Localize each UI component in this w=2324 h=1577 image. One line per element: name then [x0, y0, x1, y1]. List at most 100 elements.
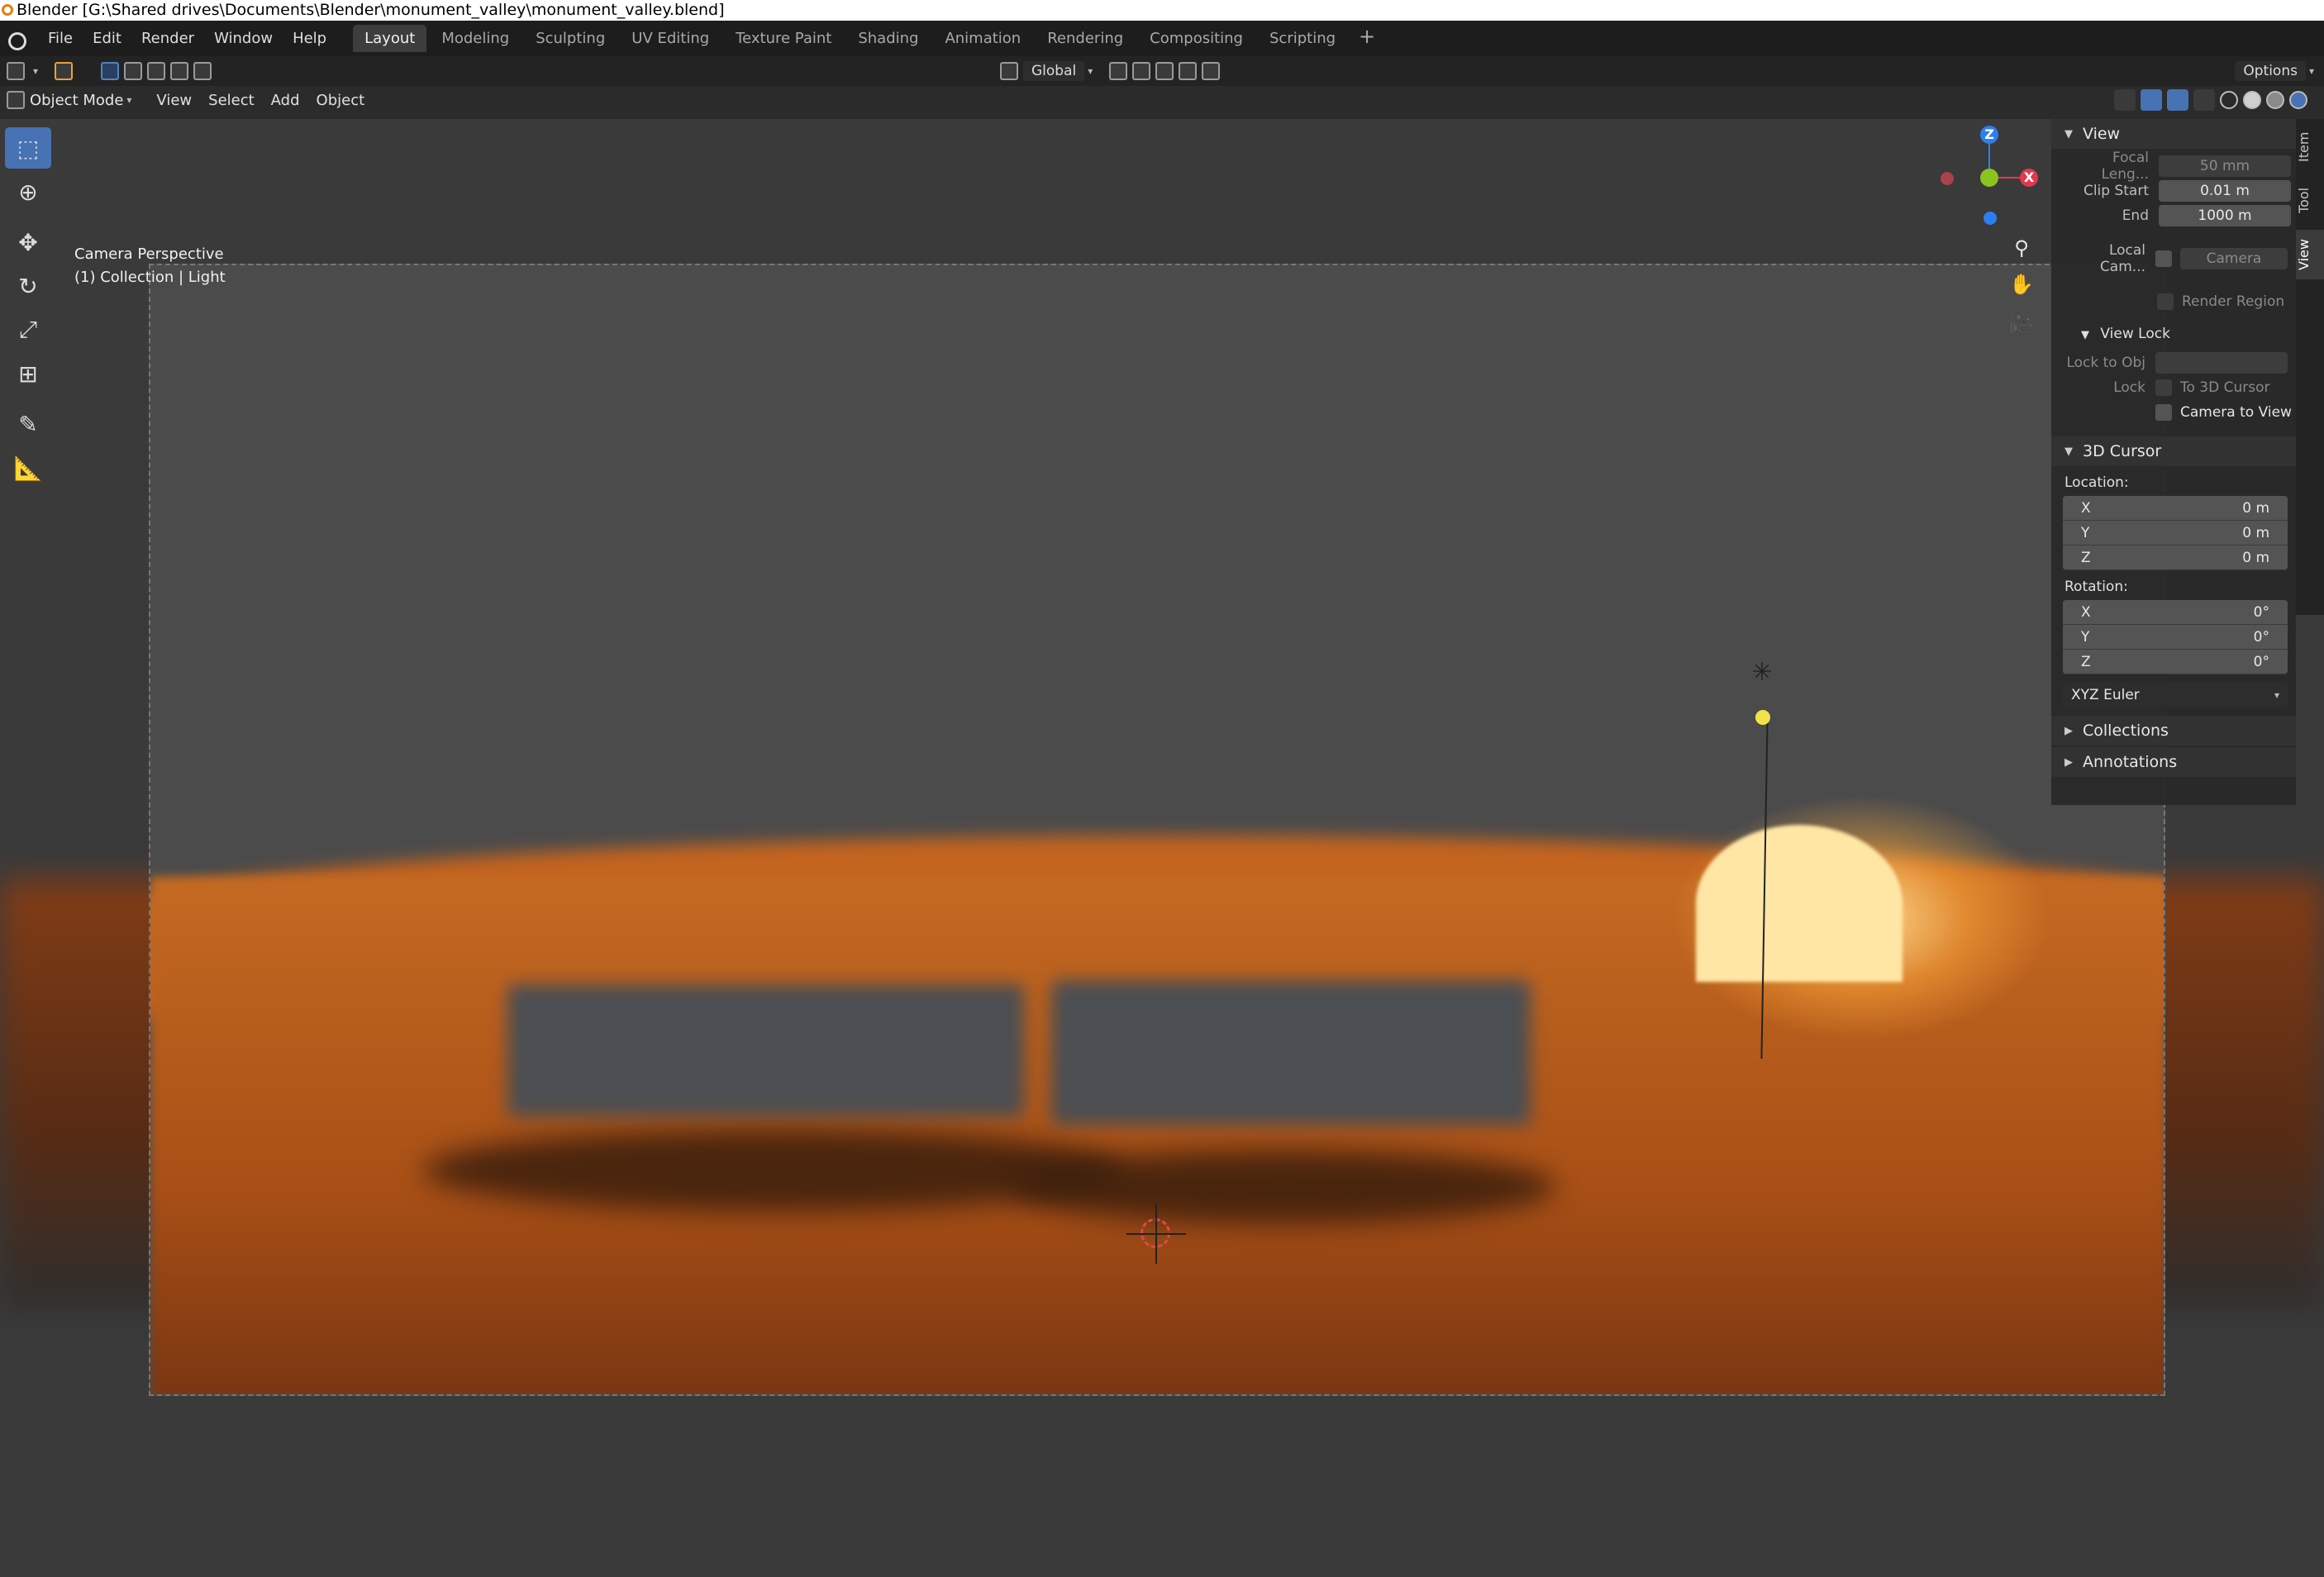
tab-animation[interactable]: Animation	[933, 25, 1032, 52]
object-mode-icon[interactable]	[7, 91, 25, 109]
rotate-tool-icon[interactable]: ↻	[5, 265, 51, 307]
solid-shading-icon[interactable]	[2243, 91, 2261, 109]
navigation-gizmo[interactable]: Z X	[1934, 126, 2050, 233]
select-mode-new-icon[interactable]	[101, 62, 119, 80]
material-shading-icon[interactable]	[2266, 91, 2284, 109]
pan-hand-icon[interactable]: ✋	[2007, 269, 2036, 299]
zoom-icon[interactable]: ⚲	[2007, 233, 2036, 263]
menu-view[interactable]: View	[156, 92, 192, 109]
cursor-location-x[interactable]: X 0 m	[2063, 496, 2288, 521]
transform-orientation-dropdown[interactable]: Global	[1023, 61, 1085, 81]
light-star-icon[interactable]: ✳	[1750, 660, 1774, 685]
gizmo-neg-z-axis[interactable]	[1983, 212, 1997, 225]
render-region-checkbox[interactable]	[2157, 293, 2174, 310]
blender-menu-icon[interactable]	[3, 26, 30, 52]
gizmo-z-axis[interactable]: Z	[1980, 126, 1998, 144]
editor-type-icon[interactable]	[7, 62, 25, 80]
tab-item[interactable]: Item	[2296, 124, 2324, 170]
transform-tool-icon[interactable]: ⊞	[5, 353, 51, 394]
menu-add[interactable]: Add	[271, 92, 300, 109]
camera-to-view-checkbox[interactable]	[2155, 404, 2172, 421]
tab-compositing[interactable]: Compositing	[1138, 25, 1255, 52]
light-handle[interactable]	[1755, 710, 1770, 725]
tab-shading[interactable]: Shading	[846, 25, 930, 52]
chevron-down-icon[interactable]: ▾	[33, 65, 38, 77]
local-camera-field[interactable]: Camera	[2180, 248, 2288, 269]
scale-tool-icon[interactable]: ⤢	[5, 309, 51, 350]
select-mode-extend-icon[interactable]	[124, 62, 142, 80]
menu-object[interactable]: Object	[317, 92, 365, 109]
xray-toggle-icon[interactable]	[2193, 89, 2215, 111]
sun	[1696, 825, 1903, 982]
wireframe-shading-icon[interactable]	[2220, 91, 2238, 109]
snap-target-icon[interactable]	[1155, 62, 1174, 80]
gizmo-neg-x-axis[interactable]	[1941, 172, 1954, 185]
lock-to-object-field[interactable]	[2155, 352, 2288, 374]
3d-cursor-section-header[interactable]: ▼ 3D Cursor	[2051, 436, 2296, 466]
move-tool-icon[interactable]: ✥	[5, 222, 51, 263]
rotation-label: Rotation:	[2064, 579, 2128, 595]
menu-select[interactable]: Select	[208, 92, 255, 109]
rotation-mode-dropdown[interactable]: XYZ Euler ▾	[2063, 683, 2288, 708]
tab-texture-paint[interactable]: Texture Paint	[724, 25, 843, 52]
gizmo-x-axis[interactable]: X	[2020, 169, 2038, 187]
proportional-edit-icon[interactable]	[1179, 62, 1197, 80]
gizmo-y-axis[interactable]	[1980, 169, 1998, 187]
local-camera-checkbox[interactable]	[2155, 250, 2172, 267]
overlays-toggle-icon[interactable]	[2167, 89, 2188, 111]
add-workspace-button[interactable]: +	[1350, 25, 1383, 52]
tab-rendering[interactable]: Rendering	[1036, 25, 1135, 52]
annotations-section-header[interactable]: ▶ Annotations	[2051, 747, 2296, 777]
collections-section-header[interactable]: ▶ Collections	[2051, 716, 2296, 746]
cursor-location-y[interactable]: Y 0 m	[2063, 521, 2288, 546]
select-mode-subtract-icon[interactable]	[147, 62, 165, 80]
menu-help[interactable]: Help	[283, 30, 336, 47]
camera-view-icon[interactable]: 🎥	[2007, 307, 2036, 337]
pivot-point-icon[interactable]	[1109, 62, 1127, 80]
view-section-header[interactable]: ▼ View	[2051, 119, 2296, 149]
gizmo-toggle-icon[interactable]	[2141, 89, 2162, 111]
clip-start-field[interactable]: 0.01 m	[2159, 180, 2291, 202]
cursor-rotation-x[interactable]: X 0°	[2063, 600, 2288, 625]
cursor-location-z[interactable]: Z 0 m	[2063, 546, 2288, 570]
tab-tool[interactable]: Tool	[2296, 177, 2324, 223]
chevron-down-icon[interactable]: ▾	[2309, 65, 2314, 77]
annotate-tool-icon[interactable]: ✎	[5, 403, 51, 445]
menu-window[interactable]: Window	[204, 30, 283, 47]
measure-tool-icon[interactable]: 📐	[5, 447, 51, 488]
clip-end-field[interactable]: 1000 m	[2159, 205, 2291, 226]
tab-view[interactable]: View	[2296, 230, 2324, 279]
chevron-down-icon[interactable]: ▾	[1088, 65, 1093, 77]
rendered-shading-icon[interactable]	[2289, 91, 2307, 109]
3d-viewport[interactable]: ✳ Camera Perspective (1) Collection | Li…	[0, 119, 2324, 1577]
visibility-eye-icon[interactable]	[2114, 89, 2136, 111]
tab-layout[interactable]: Layout	[353, 25, 427, 52]
menu-render[interactable]: Render	[131, 30, 204, 47]
select-mode-invert-icon[interactable]	[170, 62, 188, 80]
select-box-icon[interactable]: ⬚	[5, 127, 51, 169]
menu-file[interactable]: File	[38, 30, 83, 47]
cursor-tool-icon[interactable]: ⊕	[5, 171, 51, 212]
tab-scripting[interactable]: Scripting	[1258, 25, 1347, 52]
select-mode-intersect-icon[interactable]	[193, 62, 212, 80]
snap-toggle-icon[interactable]	[1132, 62, 1150, 80]
chevron-down-icon[interactable]: ▾	[126, 94, 131, 106]
to-3d-cursor-checkbox[interactable]	[2155, 379, 2172, 396]
transform-orientation-icon[interactable]	[1000, 62, 1018, 80]
triangle-right-icon: ▶	[2064, 724, 2073, 737]
cursor-rotation-z[interactable]: Z 0°	[2063, 650, 2288, 674]
lock-to-object-label: Lock to Obj	[2066, 355, 2145, 371]
tab-uv-editing[interactable]: UV Editing	[620, 25, 721, 52]
view-lock-subsection[interactable]: ▼ View Lock	[2051, 321, 2296, 347]
3d-cursor[interactable]	[1126, 1204, 1186, 1264]
select-tool-icon[interactable]	[55, 62, 73, 80]
tab-sculpting[interactable]: Sculpting	[524, 25, 617, 52]
tab-modeling[interactable]: Modeling	[430, 25, 521, 52]
falloff-curve-icon[interactable]	[1202, 62, 1220, 80]
focal-length-field[interactable]: 50 mm	[2159, 155, 2291, 177]
mode-dropdown[interactable]: Object Mode	[30, 92, 123, 109]
menu-edit[interactable]: Edit	[83, 30, 131, 47]
options-dropdown[interactable]: Options	[2235, 61, 2306, 81]
cursor-rotation-y[interactable]: Y 0°	[2063, 625, 2288, 650]
window-title: Blender [G:\Shared drives\Documents\Blen…	[17, 1, 725, 19]
